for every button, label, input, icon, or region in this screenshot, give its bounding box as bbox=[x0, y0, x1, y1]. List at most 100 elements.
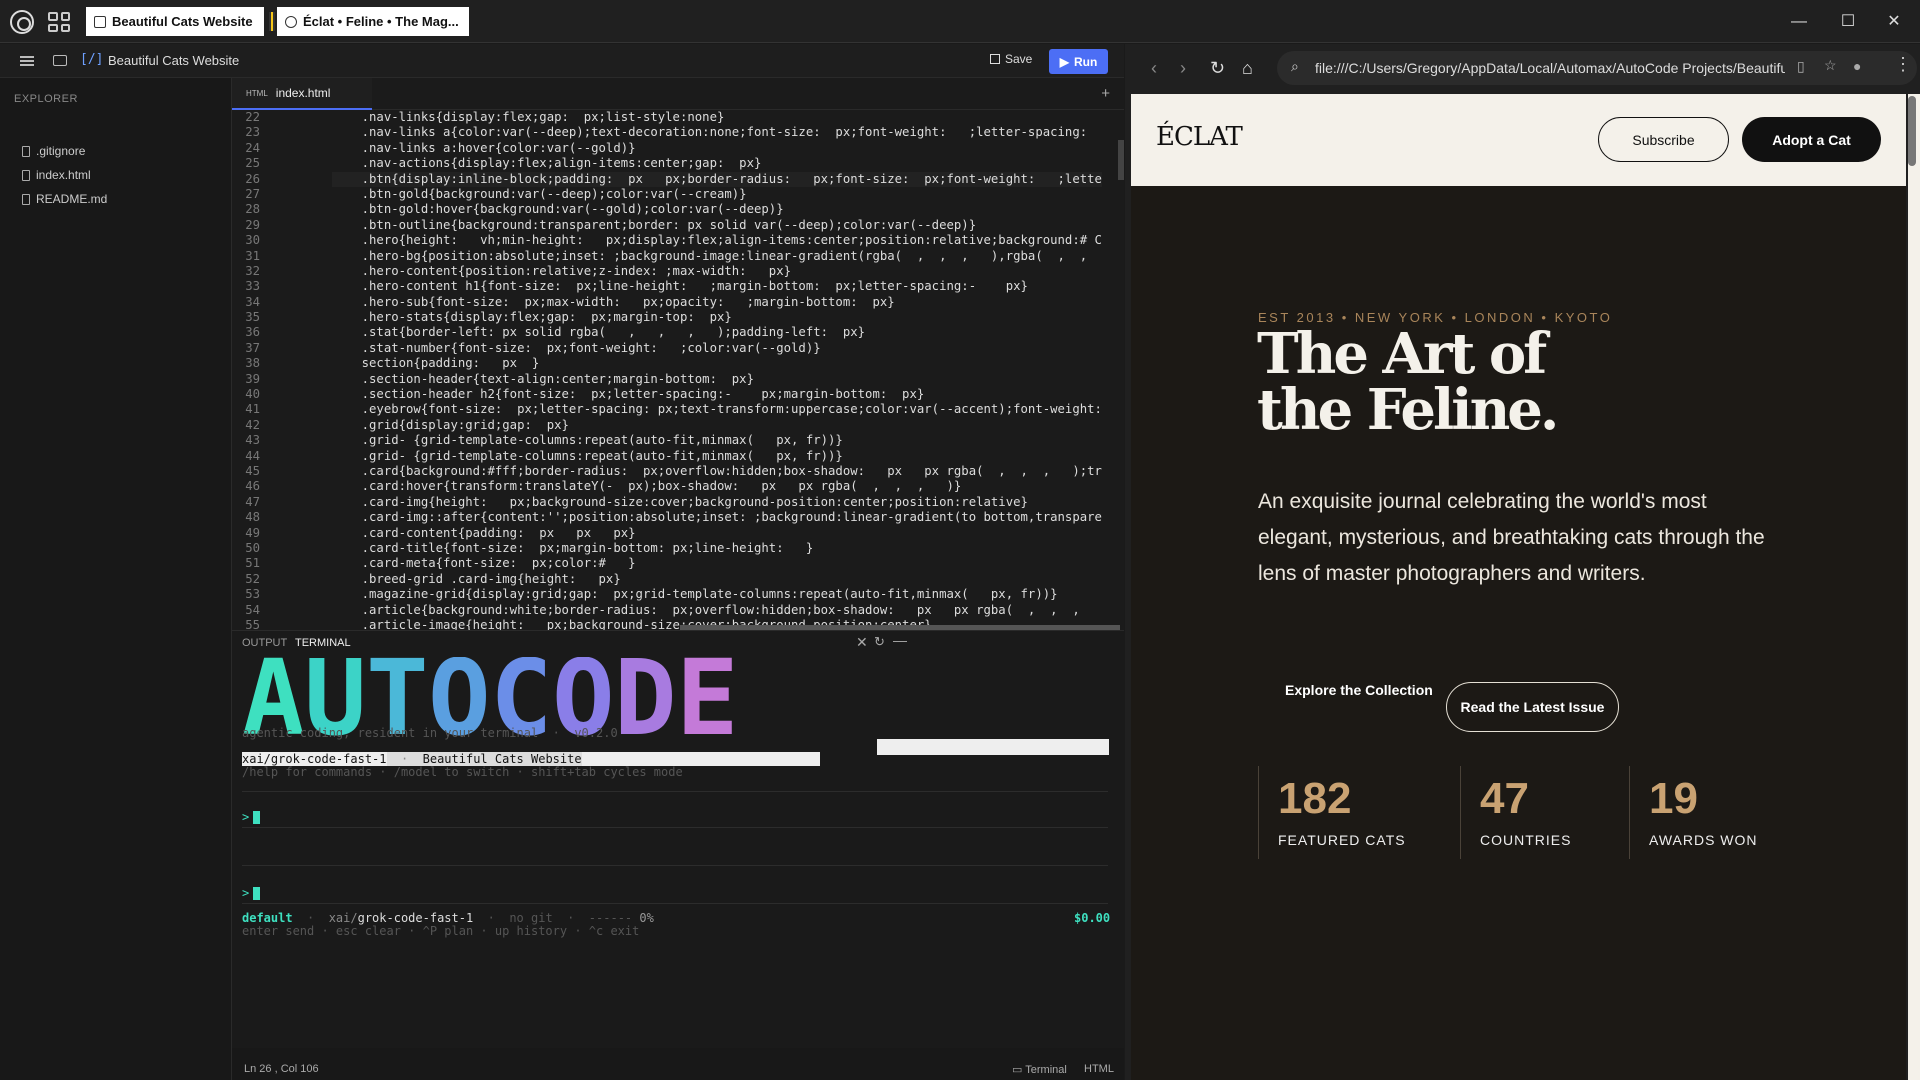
play-icon: ▶ bbox=[1059, 54, 1069, 69]
line-number: 42 bbox=[245, 417, 260, 432]
page-viewport: ÉCLAT Subscribe Adopt a Cat EST 2013 • N… bbox=[1131, 94, 1906, 1080]
code-line[interactable]: .hero-bg{position:absolute;inset: ;backg… bbox=[332, 249, 1102, 264]
url-text[interactable]: file:///C:/Users/Gregory/AppData/Local/A… bbox=[1315, 60, 1785, 76]
line-number: 27 bbox=[245, 186, 260, 201]
code-line[interactable]: .card-img{height: px;background-size:cov… bbox=[332, 495, 1102, 510]
tab-label: index.html bbox=[275, 86, 331, 100]
code-editor[interactable]: 22 23 24 25 26 27 28 29 30 31 32 33 34 35 36 37 38 39 40 41… bbox=[232, 110, 1124, 630]
code-line[interactable]: .nav-links a{color:var(--deep);text-deco… bbox=[332, 125, 1102, 140]
code-line[interactable]: .grid- {grid-template-columns:repeat(aut… bbox=[332, 433, 1102, 448]
tab-output[interactable]: OUTPUT bbox=[242, 637, 287, 649]
code-line[interactable]: section{padding: px } bbox=[332, 356, 1102, 371]
site-header: ÉCLAT Subscribe Adopt a Cat bbox=[1131, 94, 1906, 186]
file-item[interactable]: README.md bbox=[22, 192, 107, 206]
line-number: 28 bbox=[245, 202, 260, 217]
code-line[interactable]: .stat{border-left: px solid rgba( , , , … bbox=[332, 325, 1102, 340]
code-line[interactable]: .card-img::after{content:'';position:abs… bbox=[332, 510, 1102, 525]
code-line[interactable]: .btn-gold{background:var(--deep);color:v… bbox=[332, 187, 1102, 202]
mic-icon[interactable]: ● bbox=[1853, 58, 1861, 74]
code-line[interactable]: .grid- {grid-template-columns:repeat(aut… bbox=[332, 449, 1102, 464]
autocode-app: [/] Beautiful Cats Website Save ▶ Run EX… bbox=[0, 44, 1124, 1080]
reload-icon[interactable]: ↻ bbox=[1210, 58, 1225, 79]
minimize-panel-icon[interactable]: — bbox=[893, 632, 907, 648]
code-line[interactable]: .grid{display:grid;gap: px} bbox=[332, 418, 1102, 433]
home-icon[interactable]: ⌂ bbox=[1242, 58, 1253, 79]
star-icon[interactable]: ☆ bbox=[1824, 57, 1837, 74]
apps-grid-icon[interactable] bbox=[48, 12, 70, 32]
browser-toolbar: ‹ › ↻ ⌂ ⌕ file:///C:/Users/Gregory/AppDa… bbox=[1125, 44, 1920, 93]
adopt-button[interactable]: Adopt a Cat bbox=[1742, 117, 1881, 162]
prompt-line[interactable]: > bbox=[242, 810, 261, 824]
code-line[interactable]: .card-content{padding: px px px} bbox=[332, 526, 1102, 541]
code-line[interactable]: .eyebrow{font-size: px;letter-spacing: p… bbox=[332, 402, 1102, 417]
code-line[interactable]: .btn-gold:hover{background:var(--gold);c… bbox=[332, 202, 1102, 217]
editor-vertical-scrollbar[interactable] bbox=[1118, 140, 1124, 180]
cursor-position[interactable]: Ln 26 , Col 106 bbox=[244, 1063, 319, 1075]
more-icon[interactable]: ⋮ bbox=[1894, 54, 1912, 75]
code-line[interactable]: .magazine-grid{display:grid;gap: px;grid… bbox=[332, 587, 1102, 602]
address-bar[interactable]: ⌕ file:///C:/Users/Gregory/AppData/Local… bbox=[1277, 51, 1917, 85]
code-line[interactable]: .hero-stats{display:flex;gap: px;margin-… bbox=[332, 310, 1102, 325]
minimize-icon[interactable]: — bbox=[1787, 10, 1811, 34]
cursor bbox=[253, 887, 261, 900]
window-tab-browser[interactable]: Éclat • Feline • The Mag... bbox=[277, 7, 469, 36]
new-tab-icon[interactable]: + bbox=[1101, 85, 1110, 102]
page-scrollbar[interactable] bbox=[1908, 96, 1916, 166]
code-line[interactable]: .card-meta{font-size: px;color:# } bbox=[332, 556, 1102, 571]
prompt-line[interactable]: > bbox=[242, 886, 261, 900]
file-item[interactable]: index.html bbox=[22, 168, 91, 182]
code-line[interactable]: .nav-actions{display:flex;align-items:ce… bbox=[332, 156, 1102, 171]
forward-icon[interactable]: › bbox=[1180, 58, 1186, 79]
code-line[interactable]: .hero{height: vh;min-height: px;display:… bbox=[332, 233, 1102, 248]
site-brand[interactable]: ÉCLAT bbox=[1156, 122, 1243, 152]
panel-toggle-icon[interactable] bbox=[53, 55, 67, 66]
code-line[interactable]: .breed-grid .card-img{height: px} bbox=[332, 572, 1102, 587]
code-line[interactable]: .hero-sub{font-size: px;max-width: px;op… bbox=[332, 295, 1102, 310]
line-number: 23 bbox=[245, 125, 260, 140]
stat-number: 19 bbox=[1649, 774, 1698, 823]
code-lines[interactable]: .nav-links{display:flex;gap: px;list-sty… bbox=[332, 110, 1102, 630]
close-terminal-icon[interactable]: ✕ bbox=[856, 634, 868, 651]
reader-icon[interactable]: ▯ bbox=[1797, 58, 1805, 75]
close-icon[interactable]: ✕ bbox=[1882, 10, 1906, 34]
app-logo-icon bbox=[10, 10, 34, 34]
window-tab-editor[interactable]: Beautiful Cats Website bbox=[86, 7, 264, 36]
divider bbox=[242, 903, 1108, 904]
line-number: 54 bbox=[245, 602, 260, 617]
explore-link[interactable]: Explore the Collection bbox=[1285, 682, 1433, 698]
code-line[interactable]: .section-header{text-align:center;margin… bbox=[332, 372, 1102, 387]
back-icon[interactable]: ‹ bbox=[1151, 58, 1157, 79]
line-number: 34 bbox=[245, 294, 260, 309]
language-mode[interactable]: HTML bbox=[1084, 1063, 1114, 1075]
refresh-icon[interactable]: ↻ bbox=[874, 634, 885, 650]
maximize-icon[interactable]: ☐ bbox=[1836, 10, 1860, 34]
line-number: 40 bbox=[245, 387, 260, 402]
code-line[interactable]: .btn{display:inline-block;padding: px px… bbox=[332, 171, 1102, 187]
code-line[interactable]: .card:hover{transform:translateY(- px);b… bbox=[332, 479, 1102, 494]
run-button[interactable]: ▶ Run bbox=[1049, 49, 1108, 74]
terminal-panel: OUTPUT TERMINAL ✕ ↻ — AUTOCODE agentic c… bbox=[232, 630, 1124, 1048]
file-item[interactable]: .gitignore bbox=[22, 144, 85, 158]
tab-index-html[interactable]: HTML index.html bbox=[232, 78, 372, 110]
terminal-toggle[interactable]: ▭ Terminal bbox=[1012, 1063, 1067, 1076]
code-line[interactable]: .card{background:#fff;border-radius: px;… bbox=[332, 464, 1102, 479]
code-line[interactable]: .hero-content{position:relative;z-index:… bbox=[332, 264, 1102, 279]
code-line[interactable]: .nav-links a:hover{color:var(--gold)} bbox=[332, 141, 1102, 156]
tab-terminal[interactable]: TERMINAL bbox=[295, 637, 351, 649]
file-name: index.html bbox=[36, 168, 91, 182]
code-line[interactable]: .stat-number{font-size: px;font-weight: … bbox=[332, 341, 1102, 356]
code-line[interactable]: .btn-outline{background:transparent;bord… bbox=[332, 218, 1102, 233]
code-line[interactable]: .section-header h2{font-size: px;letter-… bbox=[332, 387, 1102, 402]
model-chip: xai/grok-code-fast-1 bbox=[242, 752, 387, 766]
line-number: 25 bbox=[245, 156, 260, 171]
menu-icon[interactable] bbox=[20, 56, 34, 66]
subscribe-button[interactable]: Subscribe bbox=[1598, 117, 1729, 162]
file-name: .gitignore bbox=[36, 144, 86, 158]
line-number: 41 bbox=[245, 402, 260, 417]
latest-issue-button[interactable]: Read the Latest Issue bbox=[1446, 682, 1619, 732]
code-line[interactable]: .nav-links{display:flex;gap: px;list-sty… bbox=[332, 110, 1102, 125]
code-line[interactable]: .hero-content h1{font-size: px;line-heig… bbox=[332, 279, 1102, 294]
code-line[interactable]: .card-title{font-size: px;margin-bottom:… bbox=[332, 541, 1102, 556]
save-button[interactable]: Save bbox=[990, 52, 1032, 66]
code-line[interactable]: .article{background:white;border-radius:… bbox=[332, 603, 1102, 618]
